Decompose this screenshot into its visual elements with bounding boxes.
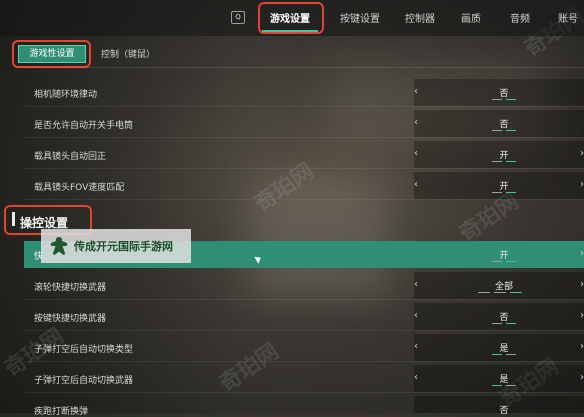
setting-value: 否 [499, 120, 509, 130]
value-selector[interactable]: ‹ 全部 › [414, 272, 584, 299]
chevron-left-icon[interactable]: ‹ [414, 372, 418, 383]
chevron-right-icon[interactable]: › [580, 148, 584, 159]
value-selector[interactable]: 否 [414, 396, 584, 416]
tab-controller[interactable]: 控制器 [405, 10, 435, 25]
chevron-left-icon[interactable]: ‹ [414, 86, 418, 97]
tab-graphics[interactable]: 画质 [461, 10, 481, 25]
setting-label: 相机随环境律动 [34, 90, 98, 100]
subtab-gameplay-settings[interactable]: 游戏性设置 [18, 45, 86, 63]
chevron-left-icon[interactable]: ‹ [414, 341, 418, 352]
chevron-right-icon[interactable]: › [580, 279, 584, 290]
setting-label: 子弹打空后自动切换武器 [34, 376, 134, 386]
tab-account[interactable]: 账号 [558, 10, 578, 25]
setting-value: 开 [499, 151, 509, 161]
chevron-right-icon[interactable]: › [580, 179, 584, 190]
meeple-logo-icon [50, 237, 68, 255]
subtab-controls-keyboard-mouse[interactable]: 控制（键鼠） [101, 47, 155, 60]
divider [15, 67, 584, 68]
value-selector[interactable]: ‹ 是 › [414, 334, 584, 361]
tab-game-settings[interactable]: 游戏设置 [270, 10, 310, 25]
setting-row[interactable]: 是否允许自动开关手电筒 ‹ 否 [24, 110, 584, 138]
setting-label: 按键快捷切换武器 [34, 314, 107, 324]
chevron-left-icon[interactable]: ‹ [414, 179, 418, 190]
value-selector[interactable]: ‹ 是 › [414, 365, 584, 392]
value-selector[interactable]: ‹ 开 › [414, 172, 584, 199]
setting-row[interactable]: 疾跑打断换弹 否 [24, 396, 584, 417]
setting-value: 否 [499, 313, 509, 323]
chevron-right-icon[interactable]: › [580, 372, 584, 383]
setting-label: 疾跑打断换弹 [34, 407, 89, 417]
value-selector[interactable]: ‹ 开 › [414, 141, 584, 168]
setting-row[interactable]: 载具镜头FOV速度匹配 ‹ 开 › [24, 172, 584, 200]
setting-row[interactable]: 载具镜头自动回正 ‹ 开 › [24, 141, 584, 169]
tab-audio[interactable]: 音频 [510, 10, 530, 25]
setting-row[interactable]: 相机随环境律动 ‹ 否 [24, 79, 584, 107]
chevron-right-icon[interactable]: › [580, 248, 584, 259]
watermark-banner: 传成开元国际手游网 [41, 229, 191, 263]
q-key-hint-icon: Q [231, 11, 245, 24]
setting-row[interactable]: 子弹打空后自动切换类型 ‹ 是 › [24, 334, 584, 362]
value-selector[interactable]: ‹ 否 [414, 79, 584, 106]
chevron-left-icon[interactable]: ‹ [414, 279, 418, 290]
tab-key-settings[interactable]: 按键设置 [340, 10, 380, 25]
setting-label: 是否允许自动开关手电筒 [34, 121, 134, 131]
setting-value: 是 [499, 375, 509, 385]
value-selector[interactable]: ‹ 否 › [414, 303, 584, 330]
watermark-text: 传成开元国际手游网 [74, 240, 173, 253]
top-nav: Q 游戏设置 按键设置 控制器 画质 音频 账号 [0, 0, 584, 36]
chevron-left-icon[interactable]: ‹ [414, 148, 418, 159]
setting-value: 开 [499, 251, 509, 261]
chevron-right-icon[interactable]: › [580, 310, 584, 321]
setting-row[interactable]: 按键快捷切换武器 ‹ 否 › [24, 303, 584, 331]
setting-label: 滚轮快捷切换武器 [34, 283, 107, 293]
section-marker [12, 212, 15, 226]
setting-label: 载具镜头自动回正 [34, 152, 107, 162]
value-selector[interactable]: 开 › [414, 241, 584, 268]
setting-label: 子弹打空后自动切换类型 [34, 345, 134, 355]
setting-value: 全部 [494, 282, 513, 292]
setting-value: 开 [499, 182, 509, 192]
setting-value: 否 [499, 89, 509, 99]
active-tab-indicator [262, 30, 318, 32]
setting-value: 否 [499, 406, 509, 416]
setting-value: 是 [499, 344, 509, 354]
chevron-left-icon[interactable]: ‹ [414, 117, 418, 128]
setting-row[interactable]: 滚轮快捷切换武器 ‹ 全部 › [24, 272, 584, 300]
chevron-right-icon[interactable]: › [580, 341, 584, 352]
setting-label: 载具镜头FOV速度匹配 [34, 183, 125, 193]
value-selector[interactable]: ‹ 否 [414, 110, 584, 137]
chevron-left-icon[interactable]: ‹ [414, 310, 418, 321]
setting-row[interactable]: 子弹打空后自动切换武器 ‹ 是 › [24, 365, 584, 393]
